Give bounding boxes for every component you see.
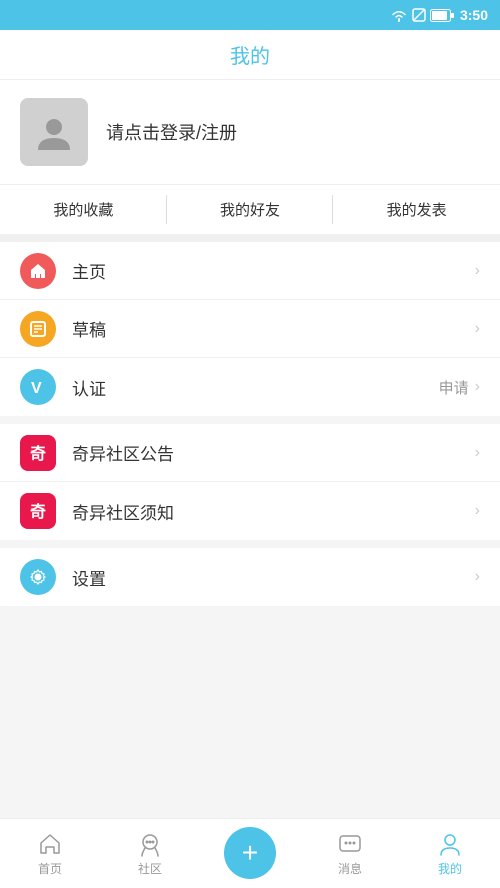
stat-friends[interactable]: 我的好友 [167,185,334,234]
status-icons [390,8,454,22]
nav-community-icon [137,831,163,857]
wifi-icon [390,8,408,22]
header: 我的 [0,30,500,80]
battery-icon [430,9,454,22]
bottom-nav: 首页 社区 + 消息 我的 [0,818,500,888]
stat-posts[interactable]: 我的发表 [333,185,500,234]
svg-text:V: V [31,380,42,397]
menu-label-home: 主页 [72,258,475,283]
menu-item-settings[interactable]: 设置 › [0,548,500,606]
nav-label-home: 首页 [38,860,62,877]
status-bar: 3:50 [0,0,500,30]
menu-item-rules[interactable]: 奇 奇异社区须知 › [0,482,500,540]
menu-item-verify[interactable]: V 认证 申请 › [0,358,500,416]
status-time: 3:50 [460,7,488,23]
login-register-text: 请点击登录/注册 [106,119,237,145]
menu-label-settings: 设置 [72,565,475,590]
chevron-icon: › [475,378,480,396]
menu-label-draft: 草稿 [72,316,475,341]
avatar [20,98,88,166]
menu-group-2: 奇 奇异社区公告 › 奇 奇异社区须知 › [0,424,500,540]
signal-icon [412,8,426,22]
menu-item-home[interactable]: 主页 › [0,242,500,300]
svg-text:奇: 奇 [30,502,46,521]
menu-group-1: 主页 › 草稿 › V 认证 申请 › [0,242,500,416]
nav-item-home[interactable]: 首页 [0,819,100,888]
notice-icon: 奇 [20,435,56,471]
plus-button[interactable]: + [224,827,276,879]
profile-section[interactable]: 请点击登录/注册 [0,80,500,185]
nav-item-mine[interactable]: 我的 [400,819,500,888]
verify-badge: 申请 [439,377,469,398]
svg-text:奇: 奇 [30,444,46,463]
nav-messages-icon [337,831,363,857]
nav-item-messages[interactable]: 消息 [300,819,400,888]
page-title: 我的 [230,40,270,69]
chevron-icon: › [475,568,480,586]
menu-label-rules: 奇异社区须知 [72,499,475,524]
nav-label-mine: 我的 [438,860,462,877]
verify-icon: V [20,369,56,405]
settings-icon [20,559,56,595]
avatar-icon [34,112,74,152]
chevron-icon: › [475,262,480,280]
plus-icon: + [242,839,258,867]
menu-item-notice[interactable]: 奇 奇异社区公告 › [0,424,500,482]
nav-mine-icon [437,831,463,857]
rules-icon: 奇 [20,493,56,529]
menu-label-verify: 认证 [72,375,439,400]
menu-label-notice: 奇异社区公告 [72,440,475,465]
nav-label-community: 社区 [138,860,162,877]
nav-home-icon [37,831,63,857]
stat-favorites[interactable]: 我的收藏 [0,185,167,234]
menu-item-draft[interactable]: 草稿 › [0,300,500,358]
menu-group-3: 设置 › [0,548,500,606]
stats-row: 我的收藏 我的好友 我的发表 [0,185,500,242]
draft-icon [20,311,56,347]
nav-label-messages: 消息 [338,860,362,877]
nav-item-plus[interactable]: + [200,819,300,888]
chevron-icon: › [475,502,480,520]
nav-item-community[interactable]: 社区 [100,819,200,888]
chevron-icon: › [475,320,480,338]
home-icon [20,253,56,289]
chevron-icon: › [475,444,480,462]
